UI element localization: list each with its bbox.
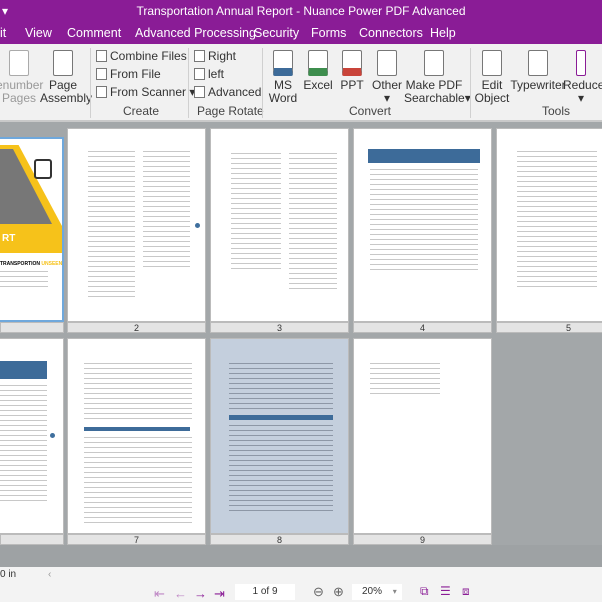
train-logo-icon: [34, 159, 52, 179]
excel-icon: [308, 50, 328, 76]
ms-word-button[interactable]: MS Word: [266, 50, 300, 105]
page-assembly-icon: [53, 50, 73, 76]
cover-heading: TRANSPORTION UNSEEN: [0, 261, 63, 267]
menu-view[interactable]: View: [25, 22, 52, 44]
page-number-5: 5: [496, 322, 602, 333]
ppt-button[interactable]: PPT: [336, 50, 368, 92]
page-number-field[interactable]: 1 of 9: [235, 584, 295, 600]
menu-advanced-processing[interactable]: Advanced Processing: [135, 22, 256, 44]
menu-help[interactable]: Help: [430, 22, 456, 44]
page-thumbnail-8[interactable]: [210, 338, 349, 534]
status-bar: 0 in ‹ ⇤ ← → ⇥ 1 of 9 ⊖ ⊕ 20% ▾ ⧉ ☰ ⧈: [0, 567, 602, 602]
zoom-out-icon[interactable]: ⊖: [313, 584, 324, 600]
page-thumbnail-3[interactable]: [210, 128, 349, 322]
previous-page-icon[interactable]: ←: [174, 586, 187, 601]
renumber-icon: [9, 50, 29, 76]
horizontal-scrollbar[interactable]: [0, 545, 602, 567]
combine-icon: [96, 50, 107, 62]
searchable-icon: [424, 50, 444, 76]
edit-object-icon: [482, 50, 502, 76]
from-file-button[interactable]: From File: [96, 67, 161, 81]
single-page-icon[interactable]: ⧉: [420, 584, 429, 599]
quick-access-icon[interactable]: ▾: [2, 0, 8, 22]
rotate-left-button[interactable]: left: [194, 67, 224, 81]
file-icon: [96, 68, 107, 80]
page-number-2: 2: [67, 322, 206, 333]
menu-comment[interactable]: Comment: [67, 22, 121, 44]
page-thumbnail-9[interactable]: [353, 338, 492, 534]
scanner-icon: [96, 86, 107, 98]
zoom-in-icon[interactable]: ⊕: [333, 584, 344, 600]
measure-readout: 0 in: [0, 569, 17, 580]
typewriter-button[interactable]: Typewriter: [510, 50, 566, 92]
ribbon: enumber Pages Page Assembly Combine Files…: [0, 44, 602, 122]
facing-pages-icon[interactable]: ⧈: [462, 584, 470, 599]
page-thumbnail-7[interactable]: [67, 338, 206, 534]
word-icon: [273, 50, 293, 76]
convert-group-label: Convert: [349, 104, 392, 118]
make-pdf-searchable-button[interactable]: Make PDF Searchable▾: [404, 50, 471, 105]
renumber-pages-button[interactable]: enumber Pages: [0, 50, 43, 105]
convert-other-icon: [377, 50, 397, 76]
page-number-4: 4: [353, 322, 492, 333]
page-thumbnail-5[interactable]: [496, 128, 602, 322]
last-page-icon[interactable]: ⇥: [214, 586, 225, 602]
from-scanner-button[interactable]: From Scanner ▾: [96, 85, 195, 99]
excel-button[interactable]: Excel: [302, 50, 334, 92]
menu-security[interactable]: Security: [254, 22, 299, 44]
continuous-page-icon[interactable]: ☰: [440, 584, 451, 598]
page-assembly-button[interactable]: Page Assembly: [40, 50, 92, 105]
page-number-3: 3: [210, 322, 349, 333]
combine-files-button[interactable]: Combine Files: [96, 49, 187, 63]
rotate-advanced-icon: [194, 86, 205, 98]
menu-edit[interactable]: it: [0, 22, 6, 44]
rotate-right-icon: [194, 50, 205, 62]
page-thumbnail-4[interactable]: [353, 128, 492, 322]
page-rotate-group-label: Page Rotate: [197, 104, 264, 118]
rotate-advanced-button[interactable]: Advanced: [194, 85, 261, 99]
cover-title: RT: [2, 233, 16, 244]
page-number-7: 7: [67, 534, 206, 545]
typewriter-icon: [528, 50, 548, 76]
other-button[interactable]: Other ▾: [370, 50, 404, 105]
rotate-left-icon: [194, 68, 205, 80]
zoom-select[interactable]: 20% ▾: [352, 584, 402, 600]
menu-bar: it View Comment Advanced Processing Secu…: [0, 22, 602, 44]
reduce-button[interactable]: Reduce ▾: [563, 50, 602, 105]
first-page-icon[interactable]: ⇤: [154, 586, 165, 602]
tools-group-label: Tools: [542, 104, 571, 118]
menu-forms[interactable]: Forms: [311, 22, 346, 44]
rotate-right-button[interactable]: Right: [194, 49, 236, 63]
create-group-label: Create: [123, 104, 160, 118]
page-number-8: 8: [210, 534, 349, 545]
window-title: Transportation Annual Report - Nuance Po…: [136, 4, 466, 18]
scroll-left-icon[interactable]: ‹: [48, 569, 51, 580]
ppt-icon: [342, 50, 362, 76]
menu-connectors[interactable]: Connectors: [359, 22, 423, 44]
page-thumbnail-1[interactable]: RT TRANSPORTION UNSEEN: [0, 137, 64, 322]
page-number-9: 9: [353, 534, 492, 545]
page-thumbnail-2[interactable]: [67, 128, 206, 322]
reduce-icon: [576, 50, 586, 76]
edit-object-button[interactable]: Edit Object: [474, 50, 510, 105]
next-page-icon[interactable]: →: [194, 586, 207, 601]
title-bar: ▾ Transportation Annual Report - Nuance P…: [0, 0, 602, 22]
